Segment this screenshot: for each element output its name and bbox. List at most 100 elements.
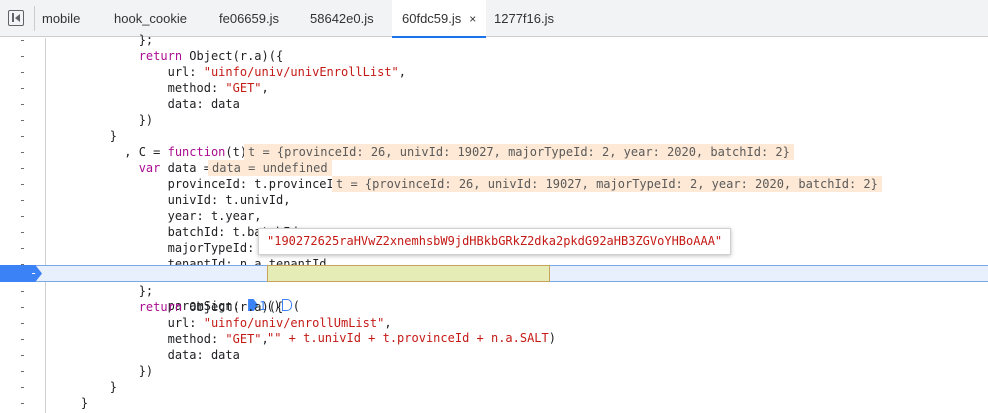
tab-label: fe06659.js: [219, 11, 279, 26]
code-key: method:: [52, 332, 226, 346]
line-gutter[interactable]: -: [0, 128, 45, 144]
code-text: univId: t.univId,: [52, 193, 291, 207]
string-literal: "uinfo/univ/enrollUmList": [203, 316, 385, 330]
code-rest: ,: [398, 65, 407, 79]
line-gutter[interactable]: -: [0, 347, 45, 363]
line-gutter[interactable]: -: [0, 395, 45, 411]
code-line: - url: "uinfo/univ/univEnrollList",: [0, 64, 988, 80]
code-text: provinceId: t.provinceId,: [52, 177, 349, 191]
code-text: method: "GET",: [52, 80, 269, 96]
code-line: - data: data: [0, 347, 988, 363]
line-gutter[interactable]: -: [0, 363, 45, 379]
current-execution-line: - paramSign: 1()( "" + t.univId + t.prov…: [0, 265, 988, 345]
line-gutter[interactable]: -: [0, 64, 45, 80]
code-line: - };: [0, 283, 988, 299]
code-line: - method: "GET",: [0, 331, 988, 347]
tab-label: hook_cookie: [114, 11, 187, 26]
code-text: }): [52, 113, 154, 127]
tab-label: 1277f16.js: [494, 11, 554, 26]
string-literal: "uinfo/univ/univEnrollList": [203, 65, 399, 79]
code-line: - var data = {data = undefined: [0, 160, 988, 176]
code-text: , C = function(t) {: [52, 144, 261, 160]
code-line: - provinceId: t.provinceId, t = {province…: [0, 176, 988, 192]
code-text: var data = {: [52, 160, 226, 176]
breakpoint-marker[interactable]: -: [0, 265, 42, 282]
code-line: - , C = function(t) {t = {provinceId: 26…: [0, 144, 988, 160]
code-line: - year: t.year,: [0, 208, 988, 224]
code-line: - }): [0, 112, 988, 128]
close-tab-icon[interactable]: ×: [469, 12, 476, 26]
line-gutter[interactable]: -: [0, 112, 45, 128]
line-gutter[interactable]: -: [0, 208, 45, 224]
tab-label: 60fdc59.js: [402, 11, 462, 26]
inline-value-t[interactable]: t = {provinceId: 26, univId: 19027, majo…: [332, 176, 882, 192]
line-gutter: -: [30, 266, 38, 280]
code-text: }): [52, 364, 154, 378]
line-gutter[interactable]: -: [0, 144, 45, 160]
code-rest: ,: [261, 81, 269, 95]
line-gutter[interactable]: -: [0, 160, 45, 176]
selected-expression[interactable]: [267, 265, 550, 282]
string-literal: "GET": [225, 81, 262, 95]
code-rest: ,: [384, 316, 392, 330]
code-rest: ,: [261, 332, 269, 346]
code-line: - return Object(r.a)({: [0, 299, 988, 315]
keyword-return: return: [138, 300, 183, 314]
keyword-return: return: [138, 49, 183, 63]
inline-value-t[interactable]: t = {provinceId: 26, univId: 19027, majo…: [244, 144, 794, 160]
code-text: url: "uinfo/univ/univEnrollList",: [52, 64, 406, 80]
line-gutter[interactable]: -: [0, 299, 45, 315]
line-gutter[interactable]: -: [0, 32, 45, 48]
inline-value-data[interactable]: data = undefined: [208, 160, 332, 176]
code-line: - }: [0, 128, 988, 144]
code-rest: Object(r.a)({: [182, 300, 284, 314]
code-line: - };: [0, 32, 988, 48]
line-gutter[interactable]: -: [0, 96, 45, 112]
code-line: - }: [0, 379, 988, 395]
code-rest: , C =: [52, 145, 168, 159]
code-editor[interactable]: - }; - return Object(r.a)({ - url: "uinf…: [0, 33, 988, 413]
tab-label: mobile: [42, 11, 81, 26]
line-gutter[interactable]: -: [0, 48, 45, 64]
code-key: method:: [52, 81, 226, 95]
code-text: data: data: [52, 97, 240, 111]
code-rest: Object(r.a)({: [182, 49, 284, 63]
code-key: url:: [52, 316, 204, 330]
code-line: - method: "GET",: [0, 80, 988, 96]
code-text: }: [52, 129, 118, 143]
code-text: url: "uinfo/univ/enrollUmList",: [52, 315, 392, 331]
line-gutter[interactable]: -: [0, 331, 45, 347]
tab-label: 58642e0.js: [310, 11, 374, 26]
line-gutter[interactable]: -: [0, 379, 45, 395]
code-line: - return Object(r.a)({: [0, 48, 988, 64]
code-text: return Object(r.a)({: [52, 48, 284, 64]
code-line: - url: "uinfo/univ/enrollUmList",: [0, 315, 988, 331]
code-line: - }: [0, 395, 988, 411]
line-gutter[interactable]: -: [0, 80, 45, 96]
keyword-function: function: [167, 145, 226, 159]
value-popover[interactable]: "190272625raHVwZ2xnemhsbW9jdHBkbGRkZ2dka…: [258, 228, 732, 255]
string-literal: "GET": [225, 332, 262, 346]
code-text: data: data: [52, 348, 240, 362]
code-key: url:: [52, 65, 204, 79]
code-text: };: [52, 284, 154, 298]
code-line: - }): [0, 363, 988, 379]
code-text: year: t.year,: [52, 209, 262, 223]
line-gutter[interactable]: -: [0, 240, 45, 256]
code-text: method: "GET",: [52, 331, 269, 347]
code-text: }: [52, 396, 89, 410]
code-text: }: [52, 380, 118, 394]
line-gutter[interactable]: -: [0, 283, 45, 299]
keyword-var: var: [138, 161, 161, 175]
code-line: - univId: t.univId,: [0, 192, 988, 208]
line-gutter[interactable]: -: [0, 192, 45, 208]
code-text: return Object(r.a)({: [52, 299, 284, 315]
code-line: - data: data: [0, 96, 988, 112]
line-gutter[interactable]: -: [0, 176, 45, 192]
toggle-navigator-icon[interactable]: [8, 10, 24, 26]
line-gutter[interactable]: -: [0, 224, 45, 240]
line-gutter[interactable]: -: [0, 315, 45, 331]
